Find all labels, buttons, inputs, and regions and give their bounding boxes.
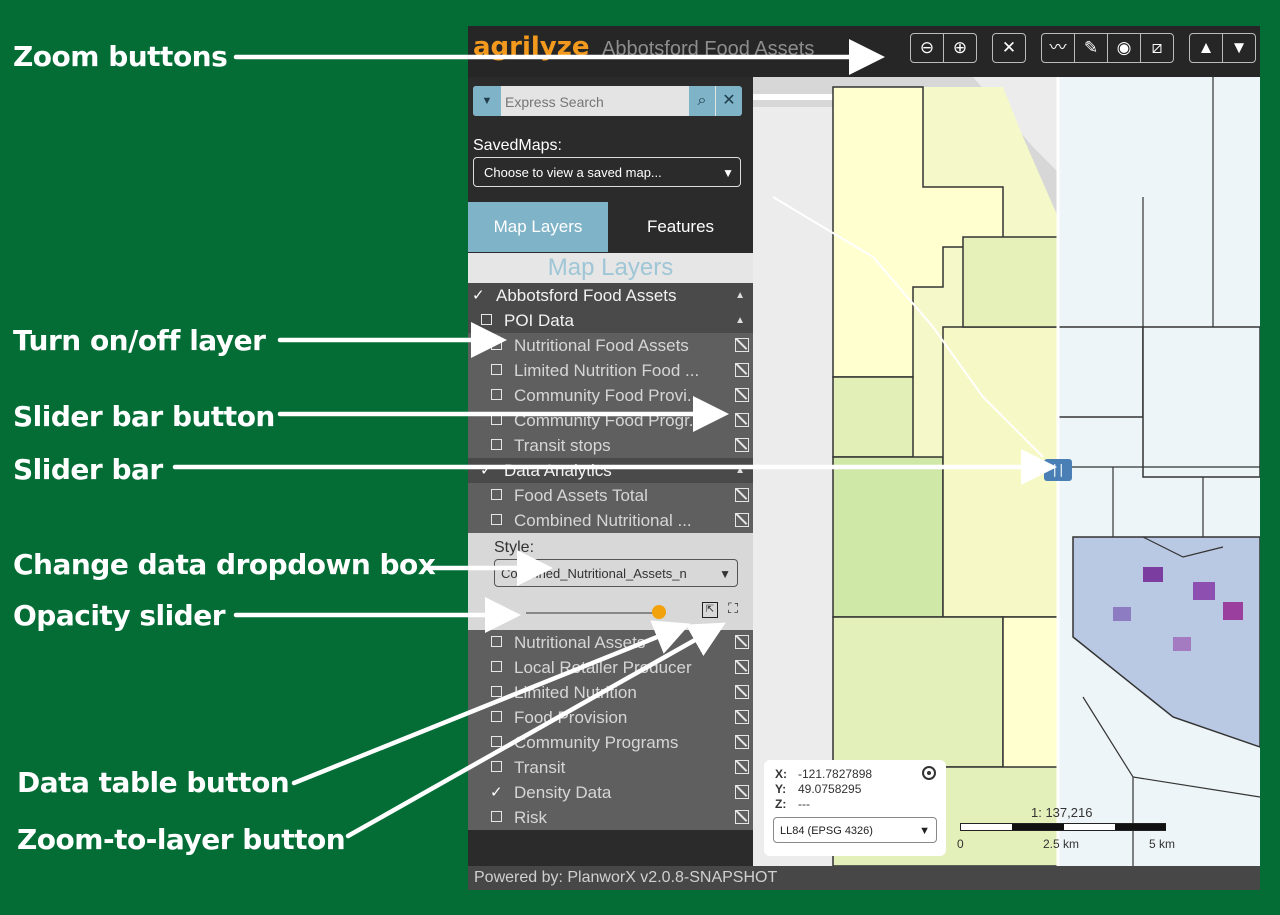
callout-arrows	[172, 39, 1057, 839]
arrow-data-table	[291, 620, 691, 786]
arrow-zoom-to-layer	[345, 622, 726, 839]
